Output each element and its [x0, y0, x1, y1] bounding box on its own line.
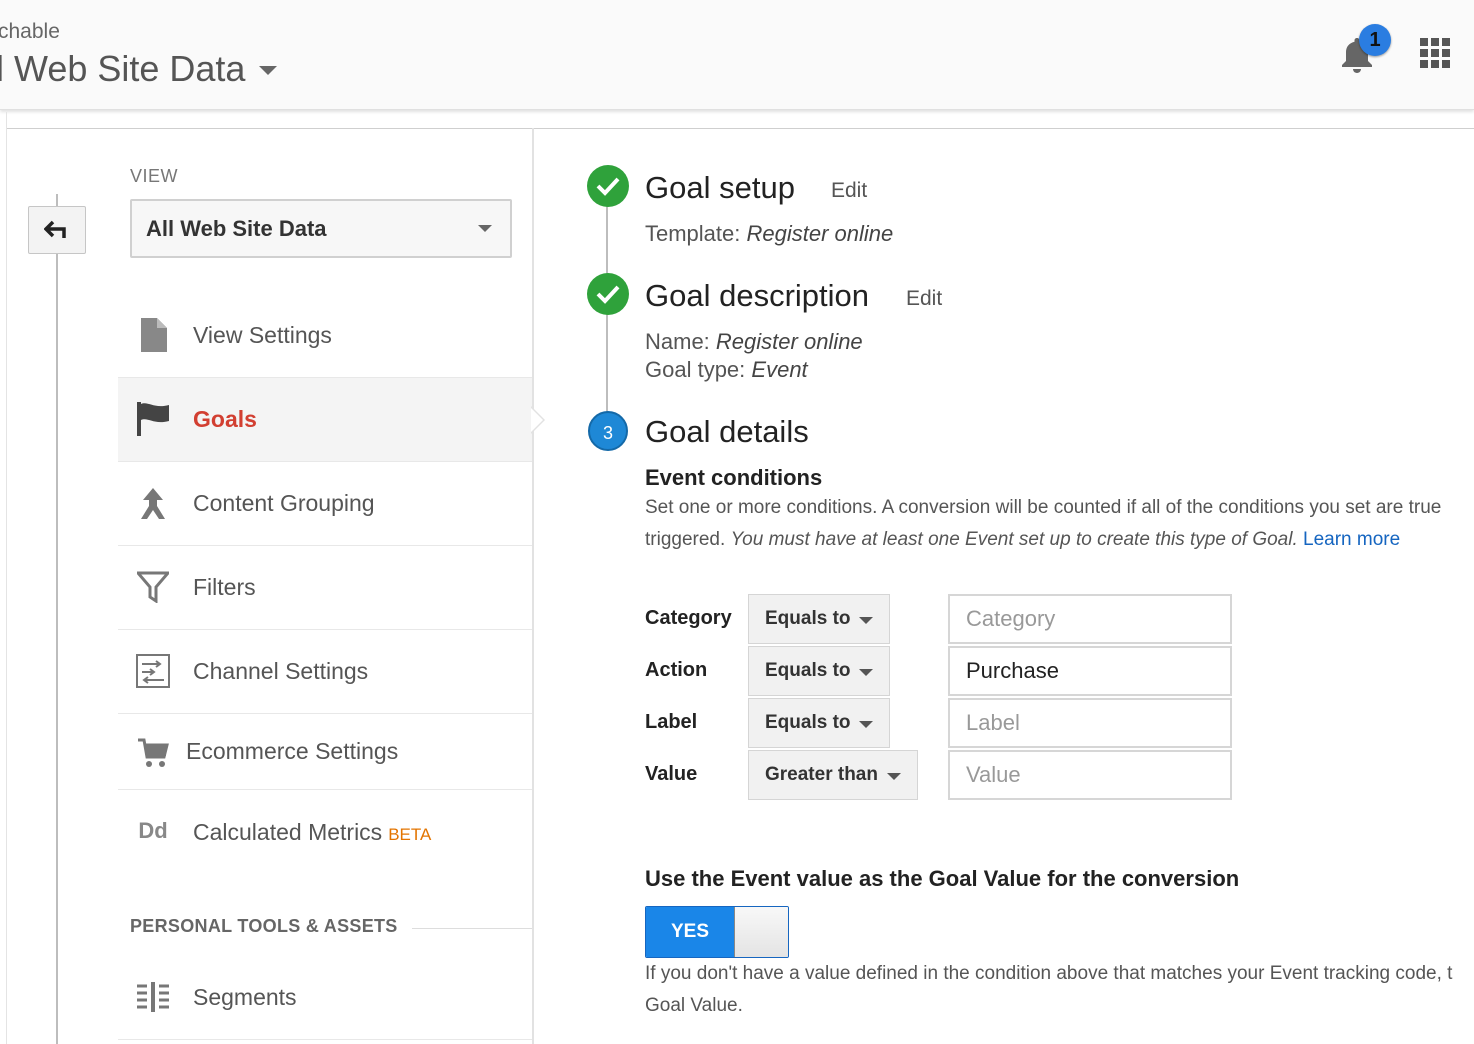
account-name: chable — [0, 20, 60, 43]
personal-tools-heading: PERSONAL TOOLS & ASSETS — [130, 916, 398, 936]
nav-item-calculated-metrics[interactable]: Dd Calculated Metrics BETA — [118, 790, 532, 874]
divider — [412, 928, 532, 929]
segments-icon — [134, 978, 172, 1016]
operator-select-action[interactable]: Equals to — [748, 646, 890, 696]
goal-type: Goal type: Event — [645, 357, 808, 382]
goal-name: Name: Register online — [645, 329, 863, 354]
step-number-badge: 3 — [588, 411, 628, 451]
event-conditions-title: Event conditions — [645, 465, 823, 490]
caret-down-icon — [887, 773, 901, 780]
view-select[interactable]: All Web Site Data — [130, 199, 512, 258]
nav-item-channel-settings[interactable]: Channel Settings — [118, 630, 532, 714]
active-pointer — [531, 408, 543, 432]
nav-item-content-grouping[interactable]: Content Grouping — [118, 462, 532, 546]
action-input[interactable]: Purchase — [948, 646, 1232, 696]
goal-setup-template: Template: Register online — [645, 221, 894, 246]
caret-down-icon — [259, 65, 278, 75]
goal-description-edit-link[interactable]: Edit — [906, 287, 942, 311]
condition-label-action: Action — [645, 659, 708, 681]
toggle-knob — [734, 907, 788, 957]
check-icon — [587, 165, 629, 207]
beta-badge: BETA — [388, 824, 432, 844]
cart-icon — [134, 734, 172, 772]
operator-select-category[interactable]: Equals to — [748, 594, 890, 644]
nav-item-label: Segments — [193, 984, 297, 1010]
property-view-selector[interactable]: l Web Site Data — [0, 48, 278, 90]
value-input[interactable]: Value — [948, 750, 1232, 800]
nav-item-segments[interactable]: Segments — [118, 956, 532, 1040]
nav-item-view-settings[interactable]: View Settings — [118, 294, 532, 378]
notification-badge[interactable]: 1 — [1359, 24, 1391, 56]
category-input[interactable]: Category — [948, 594, 1232, 644]
nav-item-ecommerce-settings[interactable]: Ecommerce Settings — [118, 714, 532, 790]
flag-icon — [134, 400, 172, 438]
divider — [6, 128, 1474, 129]
nav-item-label: View Settings — [193, 322, 332, 348]
nav-item-label: Channel Settings — [193, 658, 369, 684]
caret-down-icon — [859, 669, 873, 676]
event-conditions-description-2: triggered. You must have at least one Ev… — [645, 529, 1401, 550]
nav-item-label: Ecommerce Settings — [186, 738, 399, 764]
condition-label-value: Value — [645, 763, 698, 785]
nav-item-label: Goals — [193, 406, 257, 432]
document-icon — [134, 316, 172, 354]
use-event-value-title: Use the Event value as the Goal Value fo… — [645, 866, 1240, 891]
event-conditions-description: Set one or more conditions. A conversion… — [645, 497, 1442, 518]
nav-item-label: Content Grouping — [193, 490, 375, 516]
dd-icon: Dd — [138, 818, 168, 843]
top-bar: chable l Web Site Data 1 — [0, 0, 1474, 110]
view-select-value: All Web Site Data — [146, 215, 327, 241]
property-title: l Web Site Data — [0, 48, 246, 89]
nav-item-goals[interactable]: Goals — [118, 378, 532, 462]
apps-grid-icon[interactable] — [1420, 38, 1450, 68]
condition-label-label: Label — [645, 711, 698, 733]
channel-settings-icon — [134, 652, 172, 690]
learn-more-link[interactable]: Learn more — [1303, 529, 1400, 550]
caret-down-icon — [478, 225, 492, 232]
label-input[interactable]: Label — [948, 698, 1232, 748]
caret-down-icon — [859, 617, 873, 624]
operator-select-label[interactable]: Equals to — [748, 698, 890, 748]
condition-label-category: Category — [645, 607, 732, 629]
caret-down-icon — [859, 721, 873, 728]
operator-select-value[interactable]: Greater than — [748, 750, 918, 800]
goal-details-title: Goal details — [645, 414, 809, 449]
goal-setup-title: Goal setup — [645, 170, 795, 205]
use-event-value-toggle[interactable]: YES — [645, 906, 789, 958]
toggle-yes-label: YES — [646, 907, 734, 957]
goal-setup-edit-link[interactable]: Edit — [831, 179, 867, 203]
back-arrow-icon — [44, 220, 66, 238]
back-button[interactable] — [28, 206, 86, 254]
goal-description-title: Goal description — [645, 278, 870, 313]
goal-value-note: If you don't have a value defined in the… — [645, 963, 1453, 1016]
back-rail — [56, 194, 58, 1044]
column-divider — [532, 128, 534, 1044]
filter-icon — [134, 568, 172, 606]
nav-item-label: Filters — [193, 574, 256, 600]
nav-item-label: Calculated Metrics BETA — [193, 818, 432, 845]
content-grouping-icon — [134, 484, 172, 522]
nav-item-filters[interactable]: Filters — [118, 546, 532, 630]
view-label: VIEW — [130, 166, 179, 186]
check-icon — [587, 273, 629, 315]
divider — [6, 112, 7, 1044]
